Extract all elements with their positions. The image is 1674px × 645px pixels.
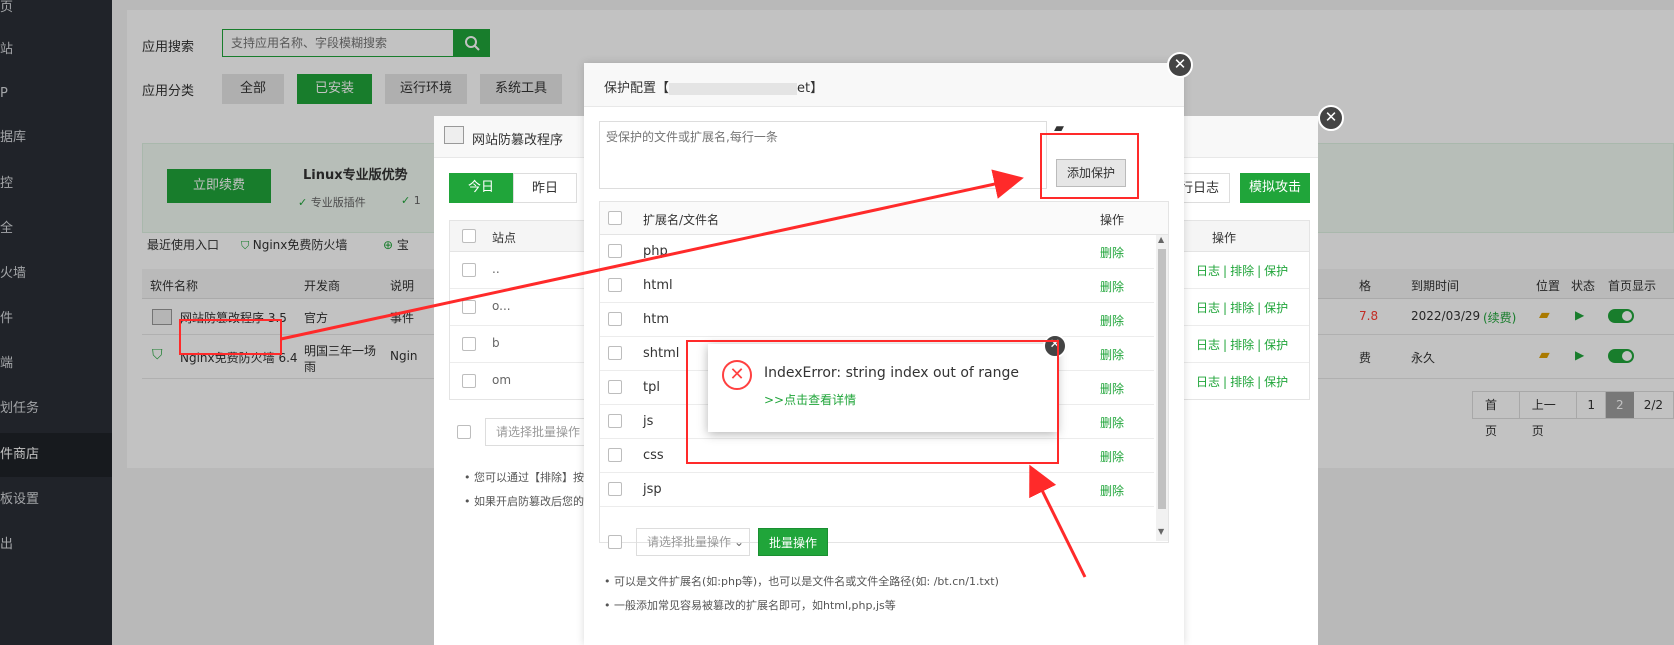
annotation-arrows [280,169,1087,578]
arrow-line [280,169,1024,341]
arrow-line [1029,464,1087,578]
